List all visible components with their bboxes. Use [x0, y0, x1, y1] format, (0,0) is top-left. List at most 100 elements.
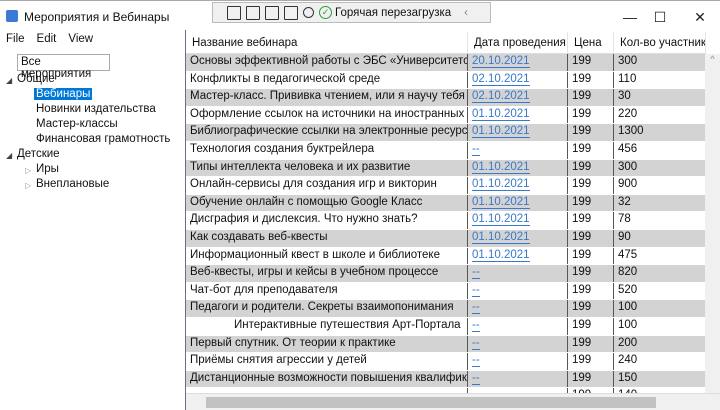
tree-item-master-classes[interactable]: Мастер-классы — [36, 118, 118, 130]
column-header-name[interactable]: Название вебинара — [186, 32, 468, 53]
cell-date-text: -- — [472, 336, 480, 350]
tree-item-general[interactable]: Общие — [17, 73, 55, 85]
cell-date[interactable]: 01.10.2021 — [468, 177, 568, 194]
menu-view[interactable]: View — [62, 33, 99, 45]
cell-date[interactable]: -- — [468, 265, 568, 282]
cell-date[interactable]: 20.10.2021 — [468, 54, 568, 71]
table-row[interactable]: Обучение онлайн с помощью Google Класс 01… — [186, 194, 706, 213]
table-row[interactable]: Технология создания буктрейлера -- 199 456 — [186, 141, 706, 160]
table-row[interactable]: Педагоги и родители. Секреты взаимопоним… — [186, 300, 706, 318]
cell-date[interactable]: -- — [468, 282, 568, 300]
app-icon — [6, 10, 18, 22]
collapse-toolbar-icon[interactable]: ‹ — [464, 7, 468, 19]
cell-date[interactable]: 01.10.2021 — [468, 124, 568, 141]
maximize-button[interactable]: ☐ — [645, 6, 675, 28]
cell-participants: 110 — [614, 72, 706, 89]
cell-date[interactable]: 01.10.2021 — [468, 159, 568, 177]
cell-date[interactable]: -- — [468, 300, 568, 317]
tree-item-all-events[interactable]: Все мероприятия — [17, 54, 110, 80]
menu-edit[interactable]: Edit — [31, 33, 63, 45]
table-row[interactable]: Основы эффективной работы с ЭБС «Универс… — [186, 54, 706, 72]
cell-participants: 900 — [614, 177, 706, 194]
cell-name-text: Типы интеллекта человека и их развитие — [190, 160, 411, 173]
cell-participants-text: 100 — [618, 301, 638, 314]
tree-item-unplanned[interactable]: Внеплановые — [36, 178, 109, 190]
table-row[interactable]: Веб-квесты, игры и кейсы в учебном проце… — [186, 265, 706, 283]
table-row[interactable]: Дисграфия и дислексия. Что нужно знать? 0… — [186, 212, 706, 230]
tree-item-webinars[interactable]: Вебинары — [34, 88, 93, 100]
table-row[interactable]: Информационный квест в школе и библиотек… — [186, 247, 706, 266]
vertical-scrollbar[interactable]: ^ — [705, 54, 720, 394]
cell-participants: 32 — [614, 195, 706, 212]
column-header-participants[interactable]: Кол-во участников — [614, 32, 706, 53]
collapsed-arrow-icon[interactable]: ▷ — [25, 166, 31, 175]
cell-date[interactable]: 01.10.2021 — [468, 106, 568, 124]
select-element-icon[interactable] — [246, 5, 260, 20]
tree-item-new-releases[interactable]: Новинки издательства — [36, 103, 156, 115]
hot-reload-label: Горячая перезагрузка — [335, 6, 452, 19]
cell-name-text: Педагоги и родители. Секреты взаимопоним… — [190, 301, 454, 314]
cell-participants: 300 — [614, 160, 706, 177]
column-header-date[interactable]: Дата проведения — [468, 32, 568, 53]
cell-participants-text: 110 — [618, 72, 637, 85]
table-row[interactable]: Чат-бот для преподавателя -- 199 520 — [186, 282, 706, 301]
tree-item-financial-literacy[interactable]: Финансовая грамотность — [36, 133, 170, 145]
table-row[interactable]: Приёмы снятия агрессии у детей -- 199 240 — [186, 353, 706, 371]
cell-name-text: Библиографические ссылки на электронные … — [190, 125, 468, 138]
cell-date[interactable]: 01.10.2021 — [468, 247, 568, 265]
scrollbar-thumb[interactable] — [206, 397, 656, 408]
cell-date-text: 01.10.2021 — [472, 178, 530, 192]
tree-item-kids[interactable]: Детские — [17, 148, 60, 160]
cell-date[interactable]: -- — [468, 353, 568, 370]
table-row[interactable]: Типы интеллекта человека и их развитие 01… — [186, 159, 706, 178]
check-icon: ✓ — [319, 6, 332, 19]
table-row[interactable]: Дистанционные возможности повышения квал… — [186, 370, 706, 389]
table-row[interactable]: Конфликты в педагогической среде 02.10.20… — [186, 71, 706, 90]
expanded-arrow-icon[interactable]: ◢ — [6, 76, 12, 85]
cell-name-text: Интерактивные путешествия Арт-Портала — [234, 318, 461, 331]
close-button[interactable]: ✕ — [685, 6, 715, 28]
cell-name-text: Основы эффективной работы с ЭБС «Универс… — [190, 55, 467, 67]
expanded-arrow-icon[interactable]: ◢ — [6, 151, 12, 160]
table-row[interactable]: Онлайн-сервисы для создания игр и виктор… — [186, 177, 706, 195]
minimize-button[interactable]: — — [615, 6, 645, 28]
cell-date[interactable]: 01.10.2021 — [468, 212, 568, 229]
cell-date[interactable]: 01.10.2021 — [468, 229, 568, 247]
table-row[interactable]: Первый спутник. От теории к практике -- 19… — [186, 335, 706, 354]
column-header-price[interactable]: Цена — [568, 32, 614, 53]
table-row[interactable]: Оформление ссылок на источники на иностр… — [186, 106, 706, 125]
cell-date[interactable]: 01.10.2021 — [468, 194, 568, 212]
cell-date-text: -- — [472, 318, 480, 332]
hot-reload-button[interactable]: ✓ Горячая перезагрузка — [319, 6, 451, 19]
table-row[interactable]: Интерактивные путешествия Арт-Портала -- 1… — [186, 317, 706, 336]
cell-price: 199 — [568, 212, 614, 229]
cell-date[interactable]: 02.10.2021 — [468, 89, 568, 106]
cell-price-text: 199 — [572, 195, 592, 208]
collapsed-arrow-icon[interactable]: ▷ — [25, 181, 31, 190]
cell-name-text: Первый спутник. От теории к практике — [190, 336, 396, 349]
cell-name: Первый спутник. От теории к практике — [186, 335, 468, 353]
cell-date-text: -- — [472, 354, 480, 368]
horizontal-scrollbar[interactable] — [186, 393, 720, 410]
cell-date[interactable]: 02.10.2021 — [468, 71, 568, 89]
cell-price: 199 — [568, 141, 614, 159]
track-focus-icon[interactable] — [284, 5, 298, 20]
menu-file[interactable]: File — [0, 33, 31, 45]
live-visual-tree-icon[interactable] — [227, 5, 241, 20]
cell-price: 199 — [568, 71, 614, 89]
cell-date[interactable]: -- — [468, 317, 568, 335]
table-row[interactable]: Мастер-класс. Прививка чтением, или я на… — [186, 89, 706, 107]
display-adorners-icon[interactable] — [265, 5, 279, 20]
cell-price: 199 — [568, 247, 614, 265]
table-row[interactable]: Как создавать веб-квесты 01.10.2021 199 90 — [186, 229, 706, 248]
table-row[interactable]: Библиографические ссылки на электронные … — [186, 124, 706, 142]
tree-item-games[interactable]: Иры — [36, 163, 59, 175]
cell-date[interactable]: -- — [468, 335, 568, 353]
cell-participants: 520 — [614, 283, 706, 300]
cell-date-text: -- — [472, 283, 480, 297]
binding-failures-icon[interactable] — [303, 7, 314, 18]
cell-price-text: 199 — [572, 318, 592, 331]
cell-date[interactable]: -- — [468, 370, 568, 388]
cell-date[interactable]: -- — [468, 141, 568, 159]
cell-name: Оформление ссылок на источники на иностр… — [186, 106, 468, 124]
